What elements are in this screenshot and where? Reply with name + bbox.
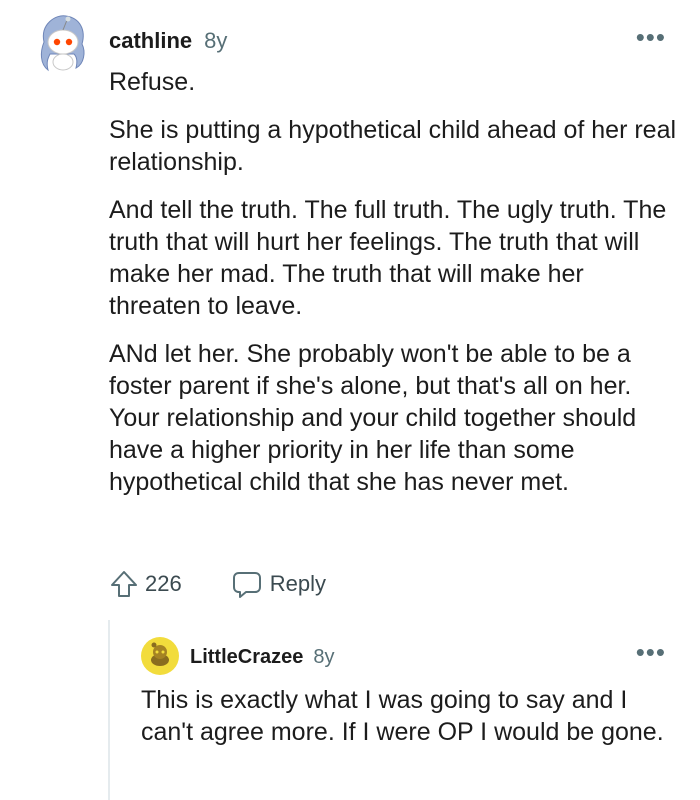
- avatar[interactable]: [36, 12, 88, 72]
- more-options-icon[interactable]: •••: [636, 639, 666, 665]
- comment-paragraph: ANd let her. She probably won't be able …: [109, 340, 637, 496]
- reply-body: This is exactly what I was going to say …: [141, 684, 681, 748]
- username[interactable]: LittleCrazee: [190, 646, 303, 669]
- upvote-button[interactable]: 226: [109, 569, 182, 599]
- reply-button[interactable]: Reply: [232, 569, 326, 599]
- comment-actions: 226 Reply: [109, 566, 326, 602]
- snoo-avatar-icon: [40, 15, 85, 72]
- comment-paragraph: She is putting a hypothetical child ahea…: [109, 116, 677, 176]
- speech-bubble-icon: [232, 572, 261, 598]
- snoo-avatar-icon: [141, 637, 179, 675]
- vote-count: 226: [145, 571, 182, 596]
- reply-meta: LittleCrazee 8y: [190, 645, 335, 669]
- upvote-arrow-icon[interactable]: [109, 569, 139, 599]
- thread-line[interactable]: [108, 620, 110, 800]
- username[interactable]: cathline: [109, 28, 192, 54]
- more-options-icon[interactable]: •••: [636, 24, 666, 50]
- comment-meta: cathline 8y: [109, 28, 227, 54]
- reply-label: Reply: [269, 571, 326, 596]
- avatar[interactable]: [141, 637, 179, 675]
- comment-age: 8y: [204, 28, 228, 53]
- comment-paragraph: And tell the truth. The full truth. The …: [109, 196, 667, 320]
- comment-body: Refuse. She is putting a hypothetical ch…: [109, 66, 679, 514]
- comment-paragraph: Refuse.: [109, 68, 196, 96]
- reply-age: 8y: [313, 645, 335, 668]
- reply-paragraph: This is exactly what I was going to say …: [141, 686, 664, 746]
